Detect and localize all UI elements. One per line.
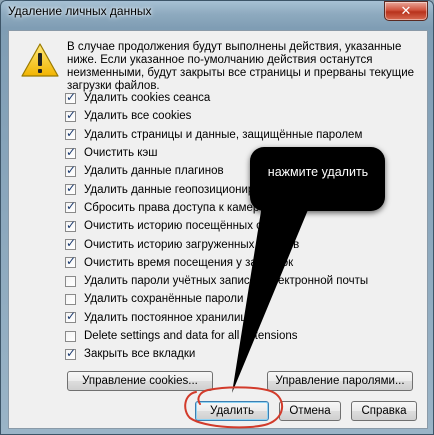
cancel-button[interactable]: Отмена (279, 401, 341, 421)
checkbox[interactable] (65, 236, 76, 251)
checkbox[interactable] (65, 218, 76, 232)
close-icon: ✕ (400, 3, 412, 18)
title-bar[interactable]: Удаление личных данных ✕ (0, 0, 434, 24)
warning-message: В случае продолжения будут выполнены дей… (67, 41, 415, 92)
manage-cookies-button[interactable]: Управление cookies... (67, 371, 213, 391)
checkbox[interactable] (65, 181, 76, 196)
checkbox-label: Delete settings and data for all extensi… (84, 330, 298, 342)
delete-button[interactable]: Удалить (195, 401, 269, 421)
checkbox-row[interactable]: Очистить историю загруженных файлов (65, 235, 425, 253)
checkbox[interactable] (65, 293, 76, 305)
checkbox-row[interactable]: Удалить страницы и данные, защищённые па… (65, 126, 425, 144)
callout-text: нажмите удалить (267, 165, 369, 179)
checkbox-label: Очистить историю загруженных файлов (84, 238, 300, 251)
checkbox[interactable] (65, 145, 76, 159)
checkbox-label: Удалить все cookies (84, 110, 192, 123)
options-checklist: Удалить cookies сеанса Удалить все cookie… (65, 89, 425, 363)
checkbox-row[interactable]: Удалить все cookies (65, 107, 425, 125)
checkbox[interactable] (65, 126, 76, 141)
close-button[interactable]: ✕ (384, 1, 428, 21)
checkbox-row[interactable]: Удалить сохранённые пароли (65, 290, 425, 308)
dialog-window: Удаление личных данных ✕ В случае продол… (0, 0, 434, 435)
manage-passwords-button[interactable]: Управление паролями... (267, 371, 413, 391)
help-button[interactable]: Справка (351, 401, 417, 421)
checkbox[interactable] (65, 108, 76, 122)
checkbox-row[interactable]: Удалить постоянное хранилище (65, 309, 425, 327)
checkbox-row[interactable]: Очистить время посещения у закладок (65, 254, 425, 272)
warning-icon (21, 43, 59, 77)
checkbox-label: Удалить пароли учётных записей электронн… (84, 275, 369, 288)
checkbox[interactable] (65, 199, 76, 214)
checkbox[interactable] (65, 90, 76, 104)
checkbox-label: Удалить сохранённые пароли (84, 293, 244, 306)
checkbox-label: Удалить страницы и данные, защищённые па… (84, 128, 363, 141)
checkbox-label: Закрыть все вкладки (84, 348, 196, 361)
annotation-callout: нажмите удалить (250, 147, 385, 211)
checkbox[interactable] (65, 330, 76, 342)
checkbox-label: Очистить время посещения у закладок (84, 256, 294, 269)
checkbox-label: Очистить историю посещённых страниц (84, 220, 300, 233)
checkbox-label: Удалить cookies сеанса (84, 92, 211, 105)
checkbox[interactable] (65, 254, 76, 269)
checkbox-label: Сбросить права доступа к камере (84, 201, 266, 214)
window-title: Удаление личных данных (8, 4, 152, 18)
checkbox[interactable] (65, 346, 76, 360)
checkbox-row[interactable]: Delete settings and data for all extensi… (65, 327, 425, 345)
checkbox-label: Удалить постоянное хранилище (84, 311, 257, 324)
checkbox-label: Очистить кэш (84, 147, 158, 160)
dialog-body: В случае продолжения будут выполнены дей… (8, 30, 428, 429)
checkbox[interactable] (65, 163, 76, 177)
checkbox[interactable] (65, 309, 76, 324)
checkbox[interactable] (65, 275, 76, 287)
checkbox-row[interactable]: Удалить пароли учётных записей электронн… (65, 272, 425, 290)
checkbox-row[interactable]: Закрыть все вкладки (65, 345, 425, 363)
checkbox-row[interactable]: Удалить cookies сеанса (65, 89, 425, 107)
checkbox-row[interactable]: Очистить историю посещённых страниц (65, 217, 425, 235)
checkbox-label: Удалить данные плагинов (84, 165, 224, 178)
